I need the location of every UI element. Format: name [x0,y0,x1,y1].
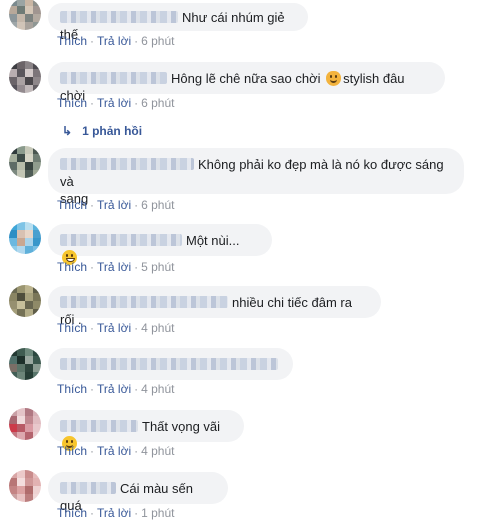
separator: · [134,34,139,48]
separator: · [90,382,95,396]
separator: · [90,34,95,48]
reply-link[interactable]: Trả lời [97,321,131,335]
separator: · [90,96,95,110]
like-link[interactable]: Thích [57,382,87,396]
separator: · [134,321,139,335]
comment-time[interactable]: 4 phút [141,382,174,396]
avatar[interactable] [9,408,41,440]
avatar[interactable] [9,61,41,93]
comment-time[interactable]: 6 phút [141,96,174,110]
comment-actions: Thích · Trả lời · 6 phút [57,34,174,48]
comment-time[interactable]: 6 phút [141,34,174,48]
reply-link[interactable]: Trả lời [97,506,131,520]
author-name-blurred[interactable] [60,158,194,170]
comment-actions: Thích · Trả lời · 1 phút [57,506,174,520]
comment-bubble: Hông lẽ chê nữa sao chời stylish đâu chờ… [48,62,445,103]
separator: · [134,96,139,110]
separator: · [90,260,95,274]
comment-bubble: nhiều chi tiếc đâm ra rối . [48,286,381,327]
author-name-blurred[interactable] [60,482,116,494]
avatar[interactable] [9,348,41,380]
comment-text: Một nùi... [186,233,240,248]
like-link[interactable]: Thích [57,198,87,212]
avatar[interactable] [9,285,41,317]
replies-count: 1 phản hồi [82,124,143,138]
reply-arrow-icon: ↳ [62,124,73,138]
separator: · [90,444,95,458]
reply-link[interactable]: Trả lời [97,382,131,396]
like-link[interactable]: Thích [57,506,87,520]
author-name-blurred[interactable] [60,420,138,432]
comment-actions: Thích · Trả lời · 6 phút [57,198,174,212]
comment-time[interactable]: 4 phút [141,444,174,458]
separator: · [134,260,139,274]
avatar[interactable] [9,222,41,254]
comment-text: Hông lẽ chê nữa sao chời [171,71,321,86]
view-replies-link[interactable]: ↳ 1 phản hồi [62,124,142,138]
comment-actions: Thích · Trả lời · 4 phút [57,321,174,335]
crying-cat-icon [326,71,342,86]
reply-link[interactable]: Trả lời [97,34,131,48]
separator: · [90,198,95,212]
comment-actions: Thích · Trả lời · 6 phút [57,96,174,110]
comment-actions: Thích · Trả lời · 4 phút [57,444,174,458]
avatar[interactable] [9,146,41,178]
comment-text: Thất vọng vãi [142,419,221,434]
author-name-blurred[interactable] [60,72,167,84]
avatar[interactable] [9,0,41,30]
separator: · [90,321,95,335]
like-link[interactable]: Thích [57,34,87,48]
author-name-blurred[interactable] [60,11,178,23]
like-link[interactable]: Thích [57,260,87,274]
comment-bubble: Cái màu sến quá [48,472,228,513]
avatar[interactable] [9,470,41,502]
comment-bubble: Thất vọng vãi [48,410,244,451]
author-name-blurred[interactable] [60,296,228,308]
like-link[interactable]: Thích [57,444,87,458]
reply-link[interactable]: Trả lời [97,198,131,212]
separator: · [134,198,139,212]
separator: · [90,506,95,520]
comment-actions: Thích · Trả lời · 4 phút [57,382,174,396]
reply-link[interactable]: Trả lời [97,96,131,110]
comment-time[interactable]: 1 phút [141,506,174,520]
separator: · [134,444,139,458]
comment-actions: Thích · Trả lời · 5 phút [57,260,174,274]
comment-bubble: Không phải ko đẹp mà là nó ko được sáng … [48,148,464,206]
comment-bubble: Một nùi... [48,224,272,265]
comment-bubble: Như cái nhúm giẻ thế [48,3,308,42]
comment-time[interactable]: 6 phút [141,198,174,212]
separator: · [134,382,139,396]
author-name-blurred[interactable] [60,358,278,370]
comment-time[interactable]: 4 phút [141,321,174,335]
author-name-blurred[interactable] [60,234,182,246]
reply-link[interactable]: Trả lời [97,260,131,274]
like-link[interactable]: Thích [57,321,87,335]
like-link[interactable]: Thích [57,96,87,110]
separator: · [134,506,139,520]
comment-bubble [48,348,293,380]
reply-link[interactable]: Trả lời [97,444,131,458]
comment-time[interactable]: 5 phút [141,260,174,274]
